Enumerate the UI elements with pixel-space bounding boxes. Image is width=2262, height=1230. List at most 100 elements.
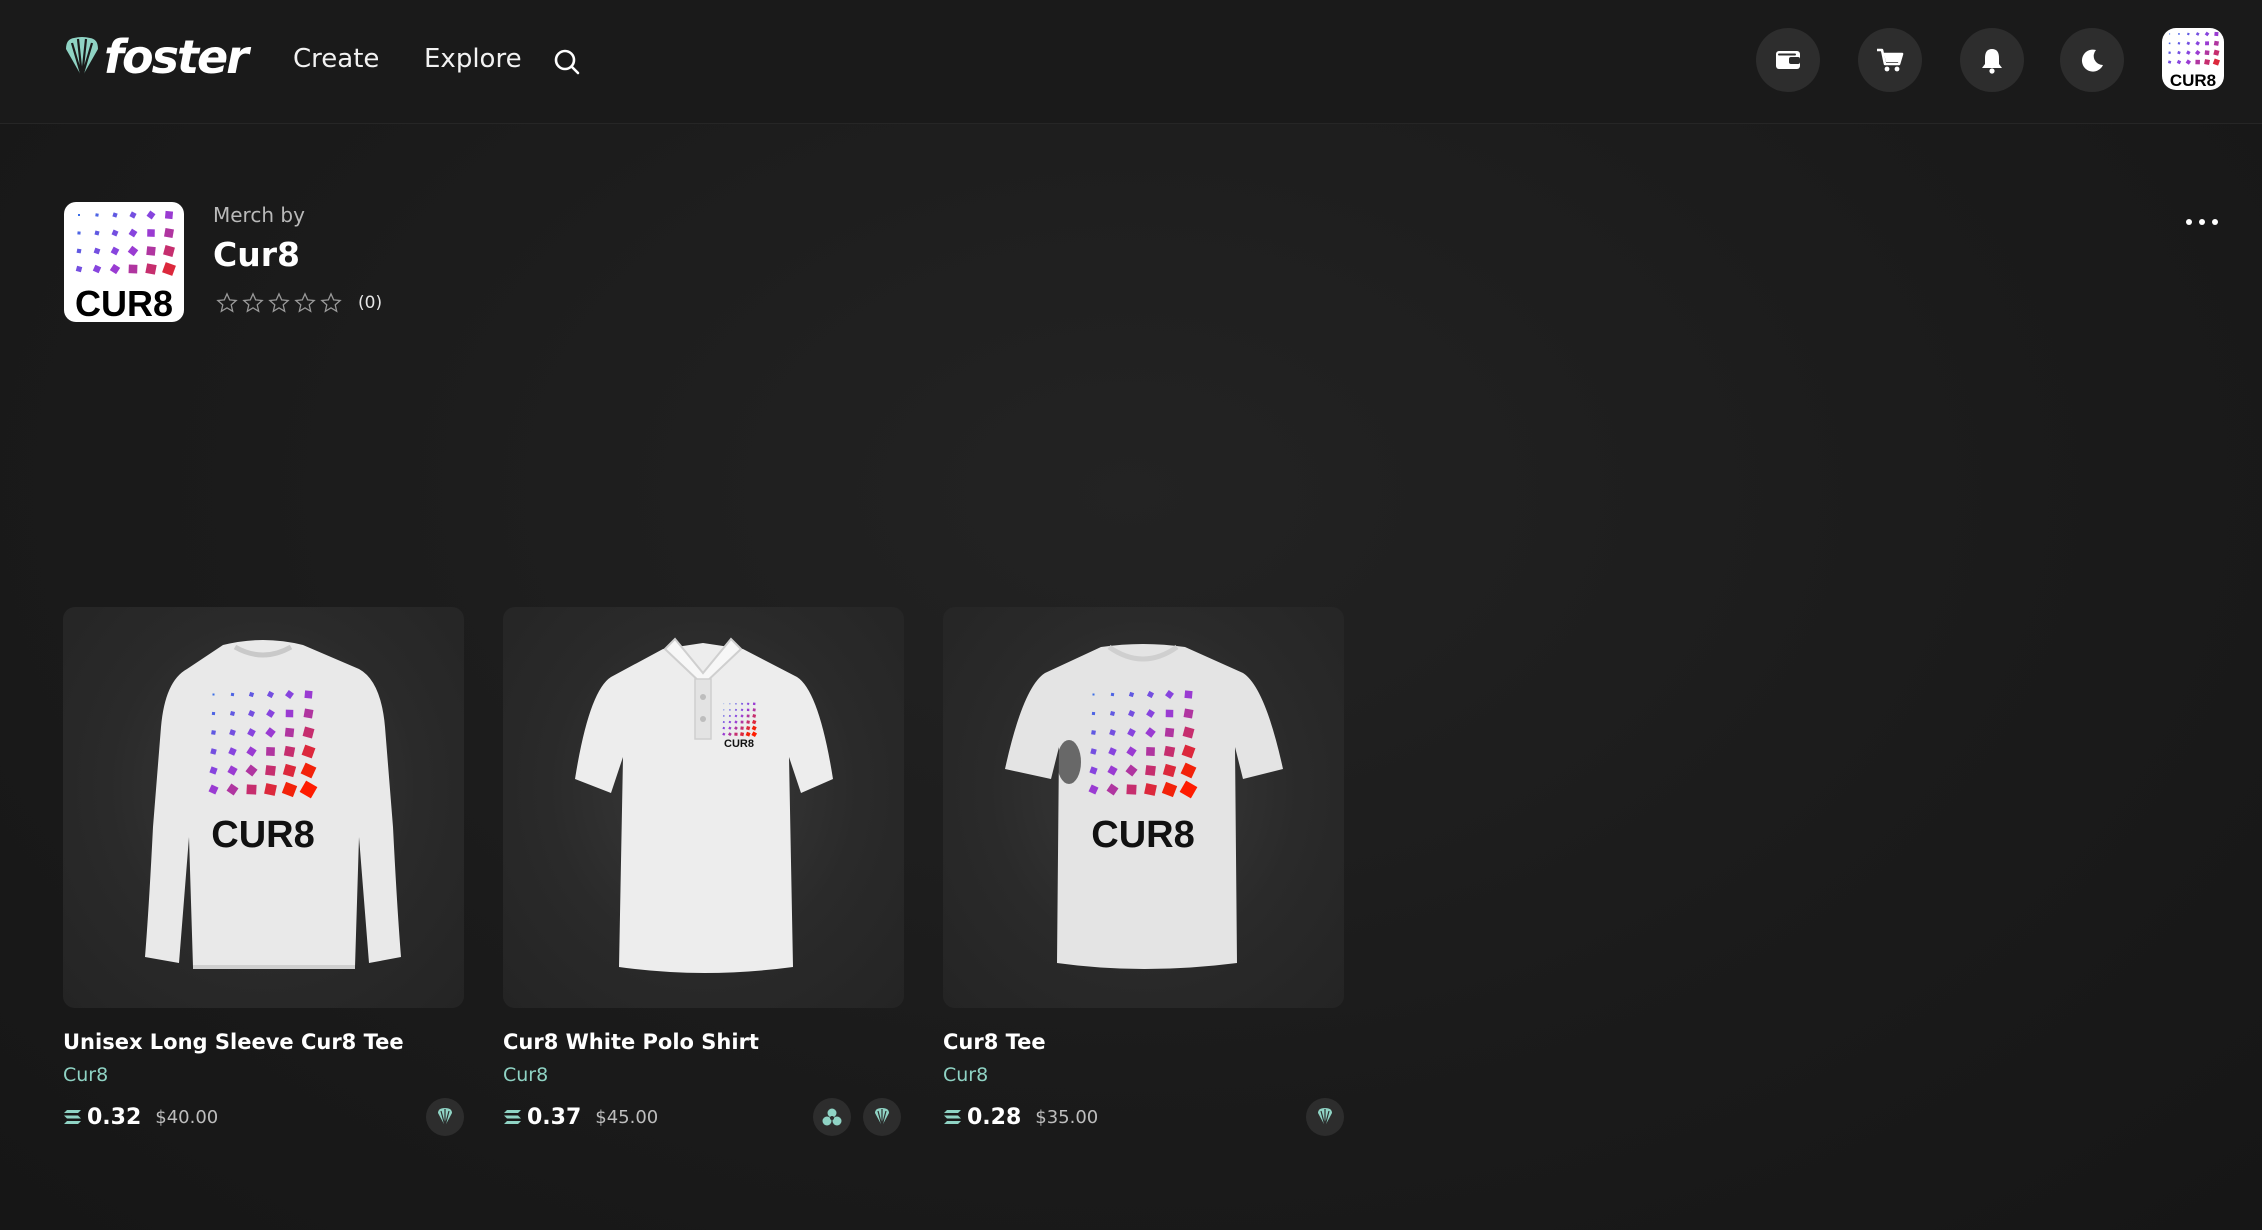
logo-dot: [145, 263, 157, 275]
logo-dot: [1110, 692, 1115, 697]
more-dot-icon: [2199, 219, 2205, 225]
solana-icon: [64, 1110, 81, 1124]
product-store-link[interactable]: Cur8: [63, 1064, 464, 1086]
star-icon: [320, 292, 342, 313]
product-title[interactable]: Cur8 Tee: [943, 1030, 1344, 1054]
logo-dot: [746, 720, 750, 724]
logo-dot: [109, 263, 121, 275]
collab-badge-icon: [822, 1108, 842, 1126]
cart-button[interactable]: [1858, 28, 1922, 92]
logo-dot: [1091, 711, 1096, 716]
logo-dot: [163, 245, 175, 257]
foster-badge-icon: [438, 1108, 452, 1127]
logo-dot: [740, 720, 744, 724]
store-rating: (0): [216, 292, 382, 314]
wallet-button[interactable]: [1756, 28, 1820, 92]
nav-create-link[interactable]: Create: [293, 44, 379, 74]
logo-dot: [110, 246, 120, 256]
logo-dot: [2176, 59, 2182, 65]
polo-shirt-image: CUR8: [575, 637, 833, 973]
logo-dot: [2195, 59, 2200, 65]
logo-dot: [1126, 784, 1137, 795]
foster-badge: [1306, 1098, 1344, 1136]
product-image[interactable]: CUR8: [503, 607, 904, 1008]
collab-badge: [813, 1098, 851, 1136]
product-card[interactable]: CUR8 Unisex Long Sleeve Cur8 Tee Cur8 0.…: [63, 607, 464, 1136]
logo-dot: [230, 692, 235, 697]
logo-dot: [2186, 32, 2190, 36]
logo-dot: [285, 709, 294, 718]
foster-shell-icon: [66, 37, 98, 78]
product-image[interactable]: CUR8: [943, 607, 1344, 1008]
logo-dot: [1183, 708, 1194, 719]
long-sleeve-tee-image: CUR8: [145, 640, 401, 969]
rating-count: (0): [358, 293, 383, 313]
logo-dot: [2204, 50, 2210, 56]
logo-dot: [723, 715, 725, 717]
star-icon: [294, 292, 316, 313]
logo-dot: [2212, 58, 2220, 66]
logo-dot: [265, 765, 276, 776]
profile-avatar[interactable]: CUR8: [2162, 28, 2224, 90]
wallet-icon: [1776, 51, 1800, 69]
tee-image: CUR8: [1005, 644, 1283, 969]
shirt-print-text: CUR8: [211, 814, 314, 856]
logo-dot: [1165, 709, 1174, 718]
price-sol: 0.37: [527, 1104, 582, 1130]
logo-dot: [2168, 51, 2171, 54]
logo-dot: [1092, 693, 1095, 696]
cur8-avatar-image: CUR8: [2167, 31, 2220, 90]
logo-dot: [1184, 690, 1193, 699]
more-options-button[interactable]: [2186, 214, 2218, 230]
logo-dot: [128, 228, 138, 238]
logo-dot: [211, 711, 216, 716]
logo-dot: [77, 231, 81, 235]
notifications-button[interactable]: [1960, 28, 2024, 92]
logo-dot: [303, 708, 314, 719]
logo-dot: [1146, 747, 1155, 756]
logo-dot: [2169, 33, 2171, 35]
logo-dot: [2213, 49, 2220, 56]
product-card[interactable]: CUR8 Cur8 Tee Cur8 0.28 $35.00: [943, 607, 1344, 1136]
more-dot-icon: [2212, 219, 2218, 225]
product-store-link[interactable]: Cur8: [503, 1064, 904, 1086]
product-title[interactable]: Cur8 White Polo Shirt: [503, 1030, 904, 1054]
logo-dot: [128, 264, 138, 274]
logo-dot: [1091, 730, 1096, 735]
logo-dot: [304, 690, 313, 699]
logo-dot: [111, 229, 119, 237]
logo-dot: [739, 732, 745, 737]
product-image[interactable]: CUR8: [63, 607, 464, 1008]
logo-dot: [212, 693, 215, 696]
product-store-link[interactable]: Cur8: [943, 1064, 1344, 1086]
foster-badge-icon: [1318, 1108, 1332, 1127]
solana-icon: [504, 1110, 521, 1124]
price-usd: $35.00: [1035, 1106, 1099, 1128]
logo-dot: [752, 708, 756, 712]
price-sol: 0.28: [967, 1104, 1022, 1130]
product-title[interactable]: Unisex Long Sleeve Cur8 Tee: [63, 1030, 464, 1054]
price-usd: $45.00: [595, 1106, 659, 1128]
search-icon[interactable]: [552, 47, 582, 77]
logo-dot: [78, 214, 80, 216]
shirt-print-text: CUR8: [724, 738, 754, 750]
more-dot-icon: [2186, 219, 2192, 225]
logo-dot: [2195, 41, 2200, 46]
logo-dot: [146, 246, 156, 256]
product-card[interactable]: CUR8 Cur8 White Polo Shirt Cur8 0.37 $45…: [503, 607, 904, 1136]
logo-dot: [164, 210, 174, 220]
logo-dot: [94, 230, 100, 236]
foster-logo[interactable]: foster: [62, 34, 249, 80]
logo-dot: [284, 727, 295, 738]
logo-dot: [2177, 50, 2181, 55]
foster-badge-icon: [875, 1108, 889, 1127]
logo-dot: [2213, 40, 2219, 46]
nav-explore-link[interactable]: Explore: [424, 44, 522, 74]
star-icon: [268, 292, 290, 313]
logo-dot: [1163, 745, 1176, 758]
logo-dot: [2177, 41, 2181, 45]
logo-dot: [95, 213, 99, 217]
store-logo-text: CUR8: [75, 283, 173, 322]
theme-toggle-button[interactable]: [2060, 28, 2124, 92]
moon-icon: [2081, 49, 2103, 72]
